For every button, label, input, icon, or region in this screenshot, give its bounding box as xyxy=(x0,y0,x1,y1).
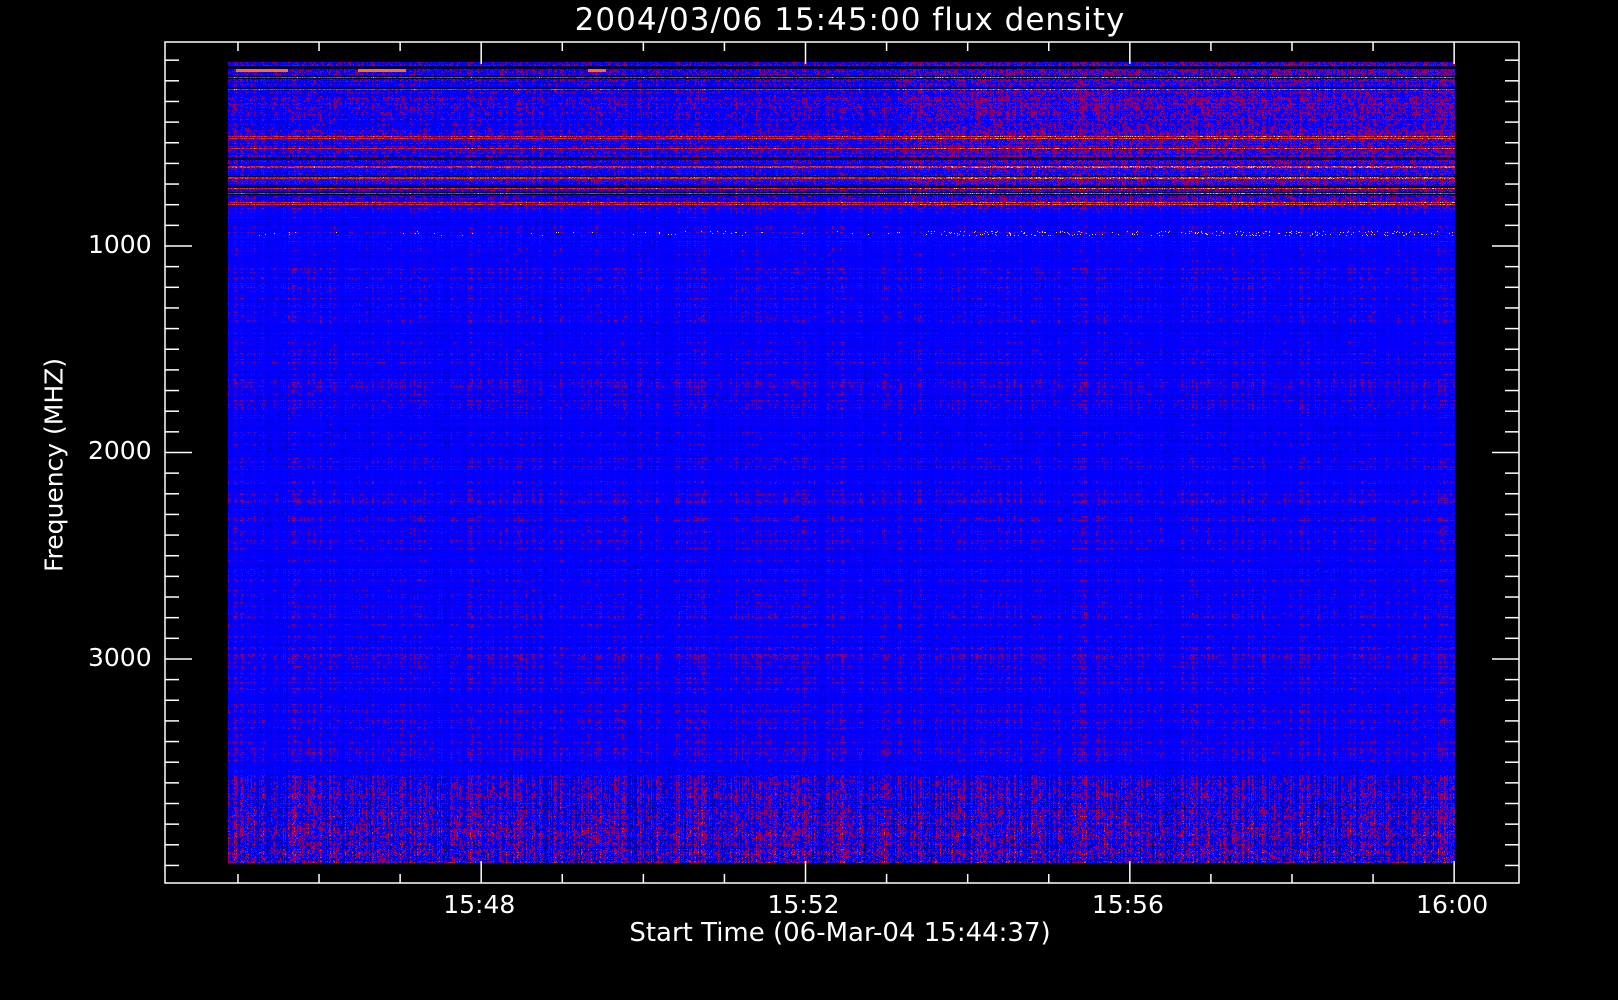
x-axis-label: Start Time (06-Mar-04 15:44:37) xyxy=(629,918,1051,948)
y-tick-label: 3000 xyxy=(88,642,152,672)
y-tick-label: 2000 xyxy=(88,436,152,466)
plot-axes xyxy=(164,41,1520,884)
x-tick-label: 15:48 xyxy=(443,890,516,919)
y-tick-label: 1000 xyxy=(88,230,152,259)
y-axis-label: Frequency (MHZ) xyxy=(39,357,69,573)
x-tick-label: 16:00 xyxy=(1416,890,1489,919)
x-tick-label: 15:56 xyxy=(1091,890,1164,919)
x-tick-label: 15:52 xyxy=(767,890,840,919)
plot-frame xyxy=(164,41,1520,884)
